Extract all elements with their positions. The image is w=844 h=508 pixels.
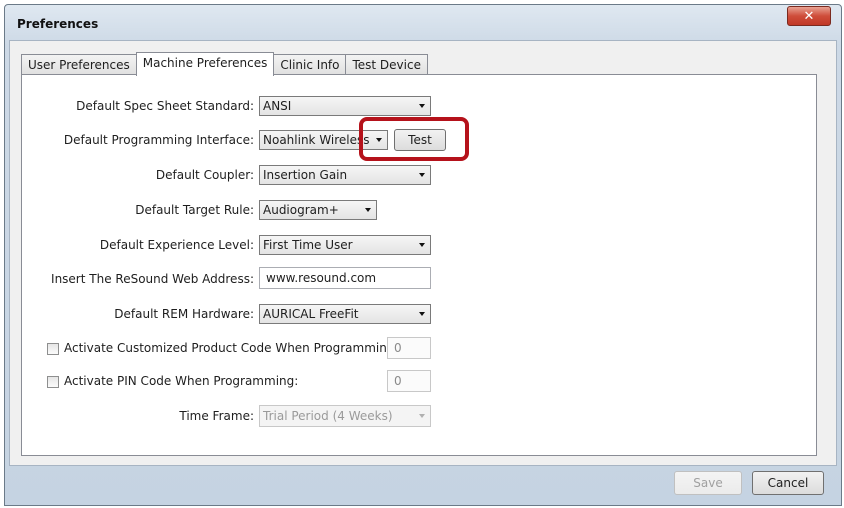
tab-machine-preferences[interactable]: Machine Preferences [135,52,275,76]
chevron-down-icon [365,208,371,212]
chevron-down-icon [419,414,425,418]
highlight-annotation [359,117,469,161]
spec-sheet-select[interactable]: ANSI [259,96,431,116]
rem-hardware-label: Default REM Hardware: [114,307,254,321]
close-icon: ✕ [803,8,815,24]
chevron-down-icon [419,243,425,247]
web-address-input[interactable]: www.resound.com [259,267,431,289]
programming-interface-value: Noahlink Wireless [263,133,370,147]
experience-level-label: Default Experience Level: [99,238,254,252]
time-frame-label: Time Frame: [179,409,254,423]
experience-level-select[interactable]: First Time User [259,235,431,255]
tab-test-device[interactable]: Test Device [345,54,428,75]
coupler-value: Insertion Gain [263,168,348,182]
custom-product-code-input[interactable]: 0 [387,337,431,359]
target-rule-label: Default Target Rule: [135,203,254,217]
programming-interface-label: Default Programming Interface: [63,133,254,147]
save-button[interactable]: Save [674,471,742,495]
spec-sheet-value: ANSI [263,99,292,113]
pin-code-checkbox[interactable] [47,376,59,388]
tab-user-preferences[interactable]: User Preferences [21,54,137,75]
close-button[interactable]: ✕ [787,6,831,26]
window-title: Preferences [17,17,99,31]
tab-strip: User Preferences Machine Preferences Cli… [21,52,428,76]
coupler-label: Default Coupler: [155,168,254,182]
rem-hardware-select[interactable]: AURICAL FreeFit [259,304,431,324]
time-frame-value: Trial Period (4 Weeks) [263,409,393,423]
pin-code-label: Activate PIN Code When Programming: [64,374,299,388]
custom-product-code-checkbox[interactable] [47,343,59,355]
pin-code-input[interactable]: 0 [387,370,431,392]
rem-hardware-value: AURICAL FreeFit [263,307,359,321]
web-address-label: Insert The ReSound Web Address: [51,272,254,286]
custom-product-code-label: Activate Customized Product Code When Pr… [64,341,395,355]
chevron-down-icon [419,173,425,177]
target-rule-value: Audiogram+ [263,203,339,217]
time-frame-select[interactable]: Trial Period (4 Weeks) [259,405,431,427]
cancel-button[interactable]: Cancel [752,471,824,495]
spec-sheet-label: Default Spec Sheet Standard: [76,99,254,113]
chevron-down-icon [419,312,425,316]
chevron-down-icon [419,104,425,108]
target-rule-select[interactable]: Audiogram+ [259,200,377,220]
coupler-select[interactable]: Insertion Gain [259,165,431,185]
experience-level-value: First Time User [263,238,353,252]
tab-clinic-info[interactable]: Clinic Info [273,54,347,75]
